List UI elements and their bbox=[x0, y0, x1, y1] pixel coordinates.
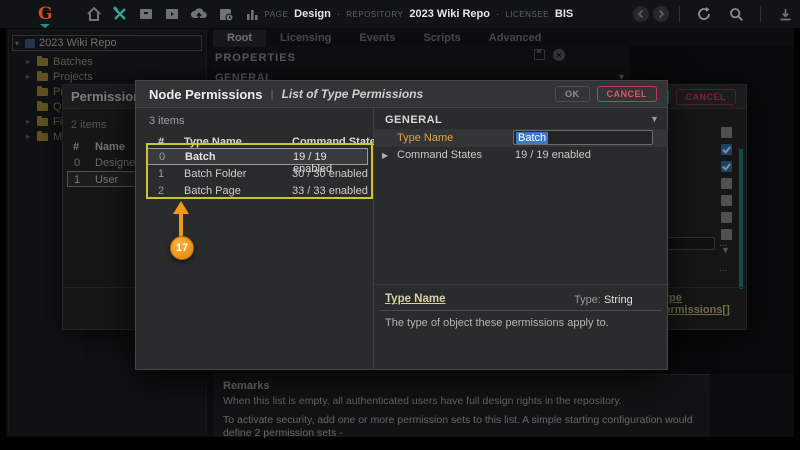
page-value: Design bbox=[294, 8, 331, 20]
node-permissions-modal: Node Permissions | List of Type Permissi… bbox=[135, 80, 668, 370]
ok-button[interactable]: OK bbox=[555, 86, 590, 102]
refresh-icon[interactable] bbox=[695, 5, 713, 23]
modal-header: Node Permissions | List of Type Permissi… bbox=[136, 81, 667, 108]
type-label: Type: bbox=[574, 294, 604, 306]
repository-label: REPOSITORY bbox=[346, 10, 403, 19]
archive-box-icon[interactable] bbox=[138, 5, 154, 23]
modal-subtitle: List of Type Permissions bbox=[282, 87, 424, 101]
divider bbox=[760, 6, 761, 22]
command-states-label[interactable]: Command States bbox=[397, 149, 482, 161]
back-icon[interactable] bbox=[633, 6, 649, 22]
forward-icon[interactable] bbox=[653, 6, 669, 22]
home-icon[interactable] bbox=[86, 5, 102, 23]
breadcrumb: PAGE Design · REPOSITORY 2023 Wiki Repo … bbox=[265, 8, 574, 20]
page-label: PAGE bbox=[265, 10, 289, 19]
modal-title: Node Permissions bbox=[149, 87, 262, 102]
download-icon[interactable] bbox=[776, 5, 794, 23]
bar-chart-icon[interactable] bbox=[244, 5, 260, 23]
items-count: 3 items bbox=[149, 115, 184, 127]
divider bbox=[380, 310, 662, 311]
repository-value: 2023 Wiki Repo bbox=[409, 8, 490, 20]
divider bbox=[679, 6, 680, 22]
top-bar: G PAGE Design · REPOSITORY 2023 Wiki Rep bbox=[0, 0, 800, 28]
licensee-value: BIS bbox=[555, 8, 573, 20]
divider bbox=[374, 284, 669, 285]
general-section-header: GENERAL bbox=[385, 114, 442, 126]
app-window: G PAGE Design · REPOSITORY 2023 Wiki Rep bbox=[0, 0, 800, 450]
top-bar-actions: ? bbox=[633, 5, 800, 23]
type-name-label: Type Name bbox=[397, 132, 453, 144]
tasks-clock-icon[interactable] bbox=[218, 5, 234, 23]
command-states-value: 19 / 19 enabled bbox=[515, 149, 591, 161]
search-icon[interactable] bbox=[727, 5, 745, 23]
dot-separator: · bbox=[496, 9, 499, 20]
batch-play-icon[interactable] bbox=[164, 5, 180, 23]
cloud-upload-icon[interactable] bbox=[190, 5, 208, 23]
type-value: String bbox=[604, 294, 633, 306]
design-tools-icon[interactable] bbox=[112, 5, 128, 23]
divider: | bbox=[270, 87, 273, 101]
dot-separator: · bbox=[337, 9, 340, 20]
selected-text: Batch bbox=[516, 132, 548, 144]
licensee-label: LICENSEE bbox=[505, 10, 549, 19]
help-property-title: Type Name bbox=[385, 293, 446, 305]
help-type-info: Type: String bbox=[574, 294, 633, 306]
help-description: The type of object these permissions app… bbox=[385, 317, 655, 329]
annotation-step-badge: 17 bbox=[170, 236, 194, 260]
app-logo: G bbox=[38, 6, 53, 23]
type-name-input[interactable]: Batch bbox=[513, 130, 653, 145]
annotation-highlight-rect bbox=[146, 143, 373, 199]
chevron-down-icon[interactable]: ▼ bbox=[650, 114, 659, 124]
expander-icon[interactable]: ▶ bbox=[382, 151, 388, 160]
cancel-button[interactable]: CANCEL bbox=[597, 86, 658, 102]
